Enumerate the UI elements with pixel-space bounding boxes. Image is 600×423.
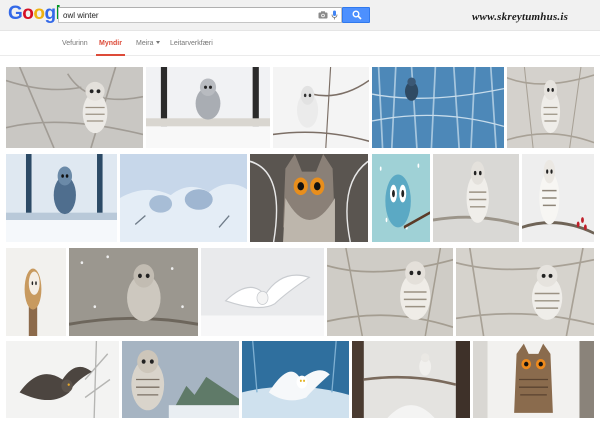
image-result[interactable] [6,154,117,242]
owl-thumbnail [433,154,519,242]
tab-images[interactable]: Myndir [99,40,122,47]
image-result[interactable] [69,248,198,336]
image-result[interactable] [456,248,594,336]
image-result[interactable] [352,341,470,418]
image-result[interactable] [6,67,143,148]
search-button[interactable] [342,7,370,23]
owl-thumbnail [201,248,324,336]
image-result[interactable] [372,154,430,242]
image-results-grid [0,60,600,423]
image-result[interactable] [372,67,504,148]
image-result[interactable] [522,154,594,242]
owl-thumbnail [372,67,504,148]
owl-thumbnail [250,154,368,242]
image-result[interactable] [327,248,453,336]
image-result[interactable] [6,248,66,336]
image-result[interactable] [273,67,369,148]
owl-thumbnail [146,67,270,148]
image-result[interactable] [6,341,119,418]
tab-label: Myndir [99,40,122,47]
tab-web[interactable]: Vefurinn [62,40,88,47]
search-icon [352,10,362,20]
logo-letter: G [8,3,23,24]
search-input[interactable] [63,9,303,22]
owl-thumbnail [6,341,119,418]
tab-label: Meira [136,40,154,47]
tab-more[interactable]: Meira [136,40,160,47]
logo-letter: o [22,3,34,24]
owl-thumbnail [273,67,369,148]
search-tabs: Vefurinn Myndir Meira Leitarverkfæri [0,32,600,56]
owl-thumbnail [6,154,117,242]
image-result[interactable] [473,341,594,418]
owl-thumbnail [372,154,430,242]
owl-thumbnail [6,248,66,336]
camera-icon[interactable] [318,11,328,19]
tab-label: Leitarverkfæri [170,40,213,47]
owl-thumbnail [69,248,198,336]
owl-thumbnail [327,248,453,336]
search-box[interactable] [58,7,342,23]
image-result[interactable] [433,154,519,242]
image-result[interactable] [146,67,270,148]
tab-label: Vefurinn [62,40,88,47]
image-result[interactable] [122,341,239,418]
image-result[interactable] [507,67,594,148]
image-result[interactable] [120,154,247,242]
chevron-down-icon [155,41,160,44]
owl-thumbnail [6,67,143,148]
image-result[interactable] [242,341,349,418]
active-tab-indicator [96,54,125,56]
image-result[interactable] [250,154,368,242]
owl-thumbnail [120,154,247,242]
owl-thumbnail [507,67,594,148]
image-result[interactable] [201,248,324,336]
tab-search-tools[interactable]: Leitarverkfæri [170,40,213,47]
owl-thumbnail [522,154,594,242]
owl-thumbnail [352,341,470,418]
owl-thumbnail [122,341,239,418]
site-watermark: www.skreytumhus.is [472,11,569,23]
logo-letter: g [44,3,57,24]
microphone-icon[interactable] [331,10,338,20]
logo-letter: o [33,3,45,24]
owl-thumbnail [242,341,349,418]
owl-thumbnail [473,341,594,418]
top-bar: Google www.skreytumhus.is [0,0,600,31]
owl-thumbnail [456,248,594,336]
